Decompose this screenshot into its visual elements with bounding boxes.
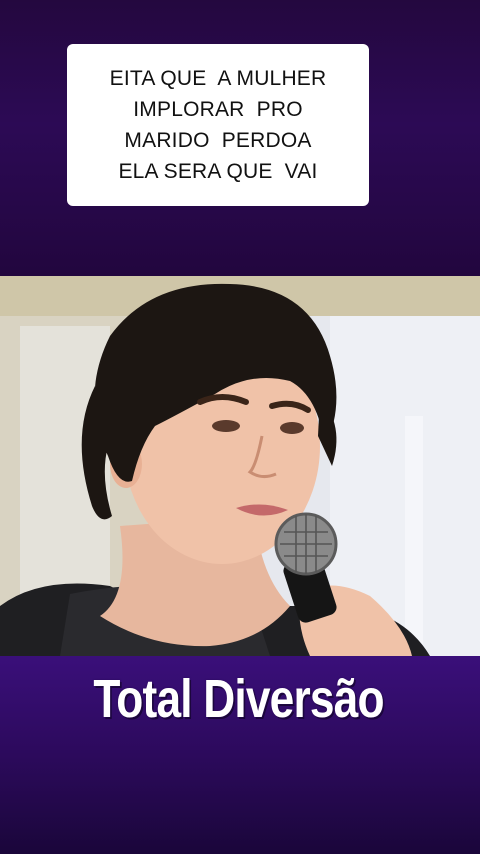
caption-text: EITA QUE A MULHER IMPLORAR PRO MARIDO PE… bbox=[109, 67, 327, 183]
video-frame[interactable] bbox=[0, 276, 480, 656]
caption-box: EITA QUE A MULHER IMPLORAR PRO MARIDO PE… bbox=[67, 44, 369, 206]
brand-watermark: Total Diversão bbox=[93, 669, 384, 729]
video-still-illustration bbox=[0, 276, 480, 656]
